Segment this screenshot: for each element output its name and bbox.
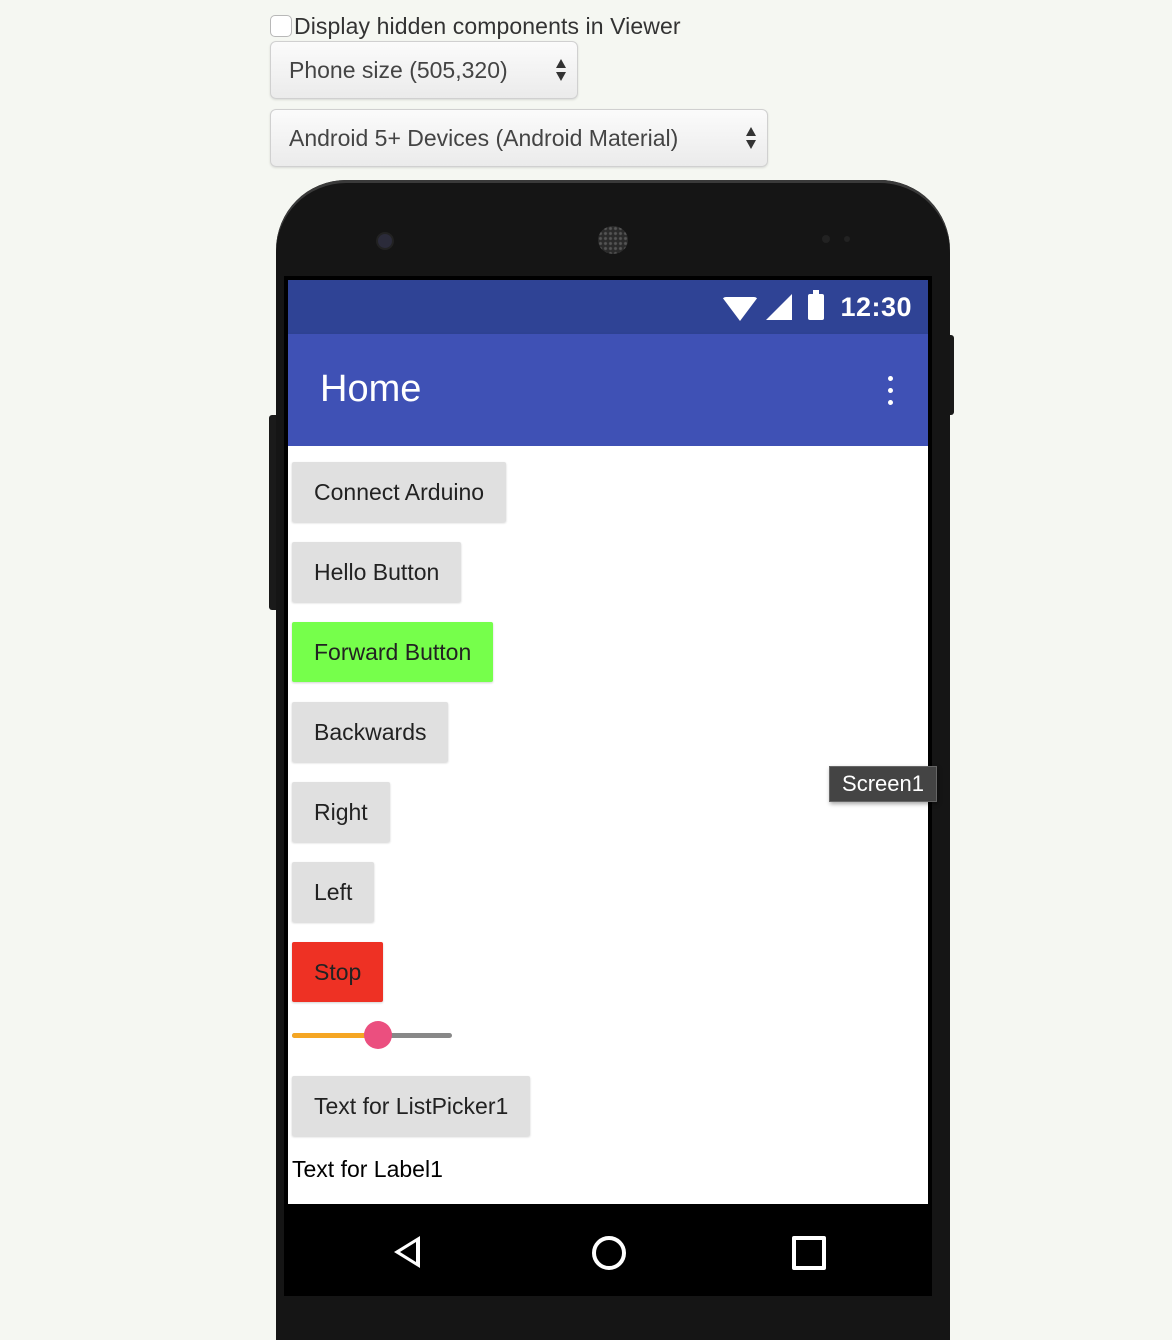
- screen-name-tag: Screen1: [829, 766, 937, 802]
- backwards-button[interactable]: Backwards: [292, 702, 449, 762]
- slider-thumb[interactable]: [364, 1021, 392, 1049]
- hidden-components-row: Display hidden components in Viewer: [270, 12, 681, 40]
- left-button[interactable]: Left: [292, 862, 375, 922]
- phone-size-select[interactable]: Phone size (505,320): [270, 41, 578, 99]
- back-icon[interactable]: [394, 1236, 420, 1268]
- status-time: 12:30: [840, 291, 912, 322]
- recent-apps-icon[interactable]: [792, 1236, 826, 1270]
- connect-arduino-button[interactable]: Connect Arduino: [292, 462, 507, 522]
- theme-value: Android 5+ Devices (Android Material): [289, 124, 679, 151]
- stop-button[interactable]: Stop: [292, 942, 384, 1002]
- theme-select[interactable]: Android 5+ Devices (Android Material): [270, 109, 768, 167]
- wifi-icon: [722, 297, 759, 321]
- select-arrows-icon: [555, 56, 567, 84]
- slider[interactable]: [292, 1020, 452, 1050]
- list-picker-button[interactable]: Text for ListPicker1: [292, 1076, 531, 1136]
- hello-button[interactable]: Hello Button: [292, 542, 462, 602]
- select-arrows-icon: [745, 124, 757, 152]
- right-button[interactable]: Right: [292, 782, 390, 842]
- battery-icon: [808, 290, 825, 320]
- home-icon[interactable]: [592, 1236, 626, 1270]
- sensor-icon: [822, 235, 830, 243]
- forward-button[interactable]: Forward Button: [292, 622, 494, 682]
- label1: Text for Label1: [292, 1156, 443, 1182]
- status-icons: 12:30: [722, 290, 912, 324]
- speaker-grille-icon: [598, 226, 628, 254]
- sensor-icon: [844, 236, 850, 242]
- app-title: Home: [320, 368, 422, 410]
- signal-icon: [766, 294, 793, 320]
- hidden-components-checkbox[interactable]: [270, 15, 292, 37]
- front-camera-icon: [378, 234, 392, 248]
- phone-size-value: Phone size (505,320): [289, 56, 508, 83]
- overflow-menu-icon[interactable]: [888, 376, 894, 406]
- app-bar: Home: [288, 334, 928, 446]
- hidden-components-label: Display hidden components in Viewer: [294, 12, 681, 39]
- nav-bar: [288, 1204, 928, 1296]
- screen-content[interactable]: Connect Arduino Hello Button Forward But…: [288, 446, 928, 1204]
- status-bar: 12:30: [288, 280, 928, 334]
